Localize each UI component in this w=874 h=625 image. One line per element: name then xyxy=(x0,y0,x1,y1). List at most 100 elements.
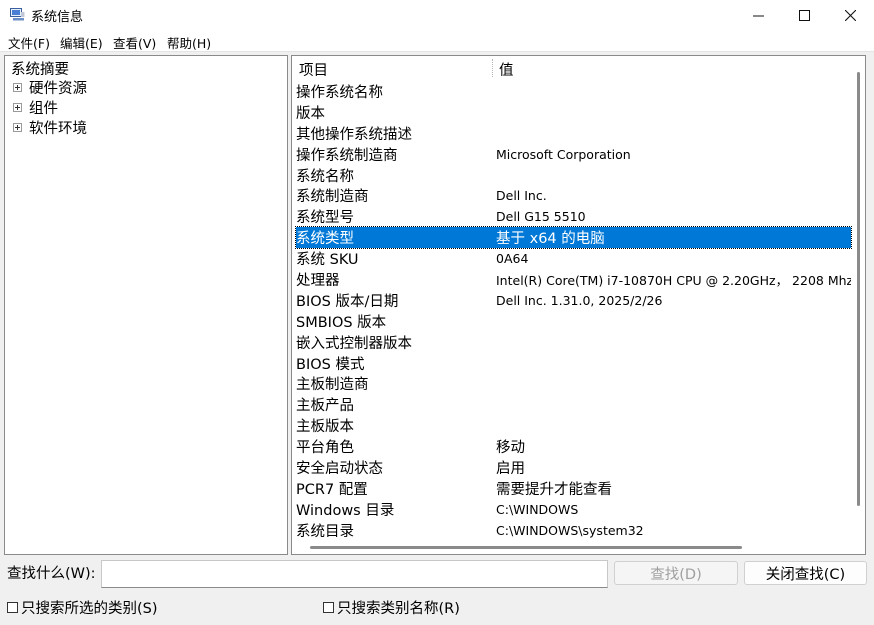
row-value: 需要提升才能查看 xyxy=(496,481,612,498)
table-row[interactable]: 系统目录 C:\WINDOWS\system32 xyxy=(296,520,851,541)
table-row[interactable]: 主板产品 xyxy=(296,394,851,415)
row-item-name: 系统制造商 xyxy=(296,189,369,206)
row-item-name: 其他操作系统描述 xyxy=(296,126,412,143)
table-row[interactable]: BIOS 模式 xyxy=(296,353,851,374)
row-value: Microsoft Corporation xyxy=(496,146,631,162)
row-item-name: BIOS 模式 xyxy=(296,356,365,373)
table-row[interactable]: 主板制造商 xyxy=(296,373,851,394)
table-row[interactable]: PCR7 配置 需要提升才能查看 xyxy=(296,478,851,499)
find-what-label: 查找什么(W): xyxy=(7,566,96,582)
row-value: 移动 xyxy=(496,440,525,457)
vertical-scrollbar[interactable] xyxy=(852,56,865,540)
list-rows: 操作系统名称 版本其他操作系统描述 操作系统制造商 Microsoft Corpora… xyxy=(295,81,852,541)
row-item-name: 嵌入式控制器版本 xyxy=(296,335,412,352)
row-item-name: 版本 xyxy=(296,105,325,122)
row-item-name: 安全启动状态 xyxy=(296,460,383,477)
menu-edit[interactable]: 编辑(E) xyxy=(60,33,103,52)
find-what-input[interactable] xyxy=(101,560,608,588)
row-item-name: 系统名称 xyxy=(296,168,354,185)
close-find-button[interactable]: 关闭查找(C) xyxy=(744,561,867,585)
scrollbar-corner xyxy=(852,540,865,554)
vertical-scroll-thumb[interactable] xyxy=(857,72,860,506)
row-item-name: 系统目录 xyxy=(296,523,354,540)
menu-help[interactable]: 帮助(H) xyxy=(167,33,211,52)
tree-item-label: 硬件资源 xyxy=(29,80,87,97)
table-row[interactable]: 处理器 Intel(R) Core(TM) i7-10870H CPU @ 2.2… xyxy=(296,269,851,290)
tree-item-label: 组件 xyxy=(29,100,58,117)
tree-item-label: 软件环境 xyxy=(29,120,87,137)
title-bar: 系统信息 xyxy=(0,0,874,30)
row-item-name: 系统型号 xyxy=(296,210,354,227)
column-header-value[interactable]: 值 xyxy=(499,59,514,80)
search-category-names-checkbox[interactable] xyxy=(323,601,334,613)
tree-item-hardware-resources[interactable]: 硬件资源 xyxy=(13,77,87,97)
close-button[interactable] xyxy=(827,0,873,30)
table-row[interactable]: SMBIOS 版本 xyxy=(296,311,851,332)
table-row[interactable]: 安全启动状态 启用 xyxy=(296,457,851,478)
tree-item-components[interactable]: 组件 xyxy=(13,97,58,117)
maximize-button[interactable] xyxy=(781,0,827,30)
table-row[interactable]: 系统型号 Dell G15 5510 xyxy=(296,206,851,227)
search-category-names-option[interactable]: 只搜索类别名称(R) xyxy=(323,597,460,618)
find-button[interactable]: 查找(D) xyxy=(614,561,738,585)
row-value: Dell Inc. xyxy=(496,188,547,204)
menu-file[interactable]: 文件(F) xyxy=(8,33,50,52)
table-row[interactable]: 其他操作系统描述 xyxy=(296,123,851,144)
list-header: 项目 值 xyxy=(292,56,852,81)
system-info-app-icon xyxy=(10,8,25,21)
minimize-button[interactable] xyxy=(735,0,781,30)
expand-plus-icon[interactable] xyxy=(13,122,22,132)
row-item-name: 操作系统制造商 xyxy=(296,147,398,164)
row-item-name: 操作系统名称 xyxy=(296,84,383,101)
row-value: Dell Inc. 1.31.0, 2025/2/26 xyxy=(496,292,663,308)
menu-view[interactable]: 查看(V) xyxy=(113,33,156,52)
row-item-name: BIOS 版本/日期 xyxy=(296,293,399,310)
table-row[interactable]: BIOS 版本/日期 Dell Inc. 1.31.0, 2025/2/26 xyxy=(296,290,851,311)
category-tree[interactable]: 系统摘要 硬件资源 组件 软件环境 xyxy=(4,55,288,555)
minimize-icon xyxy=(752,15,764,16)
row-item-name: 主板制造商 xyxy=(296,377,369,394)
row-item-name: 系统 SKU xyxy=(296,252,359,269)
row-value: C:\WINDOWS xyxy=(496,501,579,517)
table-row[interactable]: 版本 xyxy=(296,102,851,123)
horizontal-scrollbar[interactable] xyxy=(292,540,852,554)
search-selected-category-label[interactable]: 只搜索所选的类别(S) xyxy=(21,597,158,618)
row-value: 基于 x64 的电脑 xyxy=(496,231,605,248)
row-value: Dell G15 5510 xyxy=(496,209,586,225)
window-title: 系统信息 xyxy=(31,10,84,25)
expand-plus-icon[interactable] xyxy=(13,82,22,92)
row-item-name: 平台角色 xyxy=(296,440,354,457)
row-item-name: PCR7 配置 xyxy=(296,481,368,498)
table-row[interactable]: 主板版本 xyxy=(296,415,851,436)
table-row[interactable]: 操作系统制造商 Microsoft Corporation xyxy=(296,144,851,165)
column-divider[interactable] xyxy=(492,59,493,77)
row-item-name: 处理器 xyxy=(296,272,340,289)
search-category-names-label[interactable]: 只搜索类别名称(R) xyxy=(337,597,460,618)
table-row[interactable]: 系统类型 基于 x64 的电脑 xyxy=(295,226,852,250)
row-item-name: Windows 目录 xyxy=(296,502,395,519)
table-row[interactable]: 系统 SKU 0A64 xyxy=(296,248,851,269)
row-value: Intel(R) Core(TM) i7-10870H CPU @ 2.20GH… xyxy=(496,272,851,288)
close-icon xyxy=(844,9,856,21)
column-header-item[interactable]: 项目 xyxy=(299,59,328,80)
tree-item-software-environment[interactable]: 软件环境 xyxy=(13,117,87,137)
details-list[interactable]: 项目 值 操作系统名称 版本其他操作系统描述 操作系统制造商 Microsoft Co… xyxy=(291,55,866,555)
row-item-name: 主板产品 xyxy=(296,398,354,415)
search-selected-category-option[interactable]: 只搜索所选的类别(S) xyxy=(7,597,158,618)
search-selected-category-checkbox[interactable] xyxy=(7,601,18,613)
horizontal-scroll-thumb[interactable] xyxy=(310,546,742,549)
table-row[interactable]: 操作系统名称 xyxy=(296,81,851,102)
table-row[interactable]: 系统制造商 Dell Inc. xyxy=(296,185,851,206)
table-row[interactable]: 嵌入式控制器版本 xyxy=(296,332,851,353)
row-value: 启用 xyxy=(496,460,525,477)
maximize-icon xyxy=(798,9,810,21)
row-item-name: SMBIOS 版本 xyxy=(296,314,387,331)
row-item-name: 主板版本 xyxy=(296,419,354,436)
table-row[interactable]: Windows 目录 C:\WINDOWS xyxy=(296,499,851,520)
table-row[interactable]: 系统名称 xyxy=(296,165,851,186)
table-row[interactable]: 平台角色 移动 xyxy=(296,436,851,457)
row-value: 0A64 xyxy=(496,251,529,267)
row-item-name: 系统类型 xyxy=(296,231,354,248)
expand-plus-icon[interactable] xyxy=(13,102,22,112)
row-value: C:\WINDOWS\system32 xyxy=(496,522,644,538)
